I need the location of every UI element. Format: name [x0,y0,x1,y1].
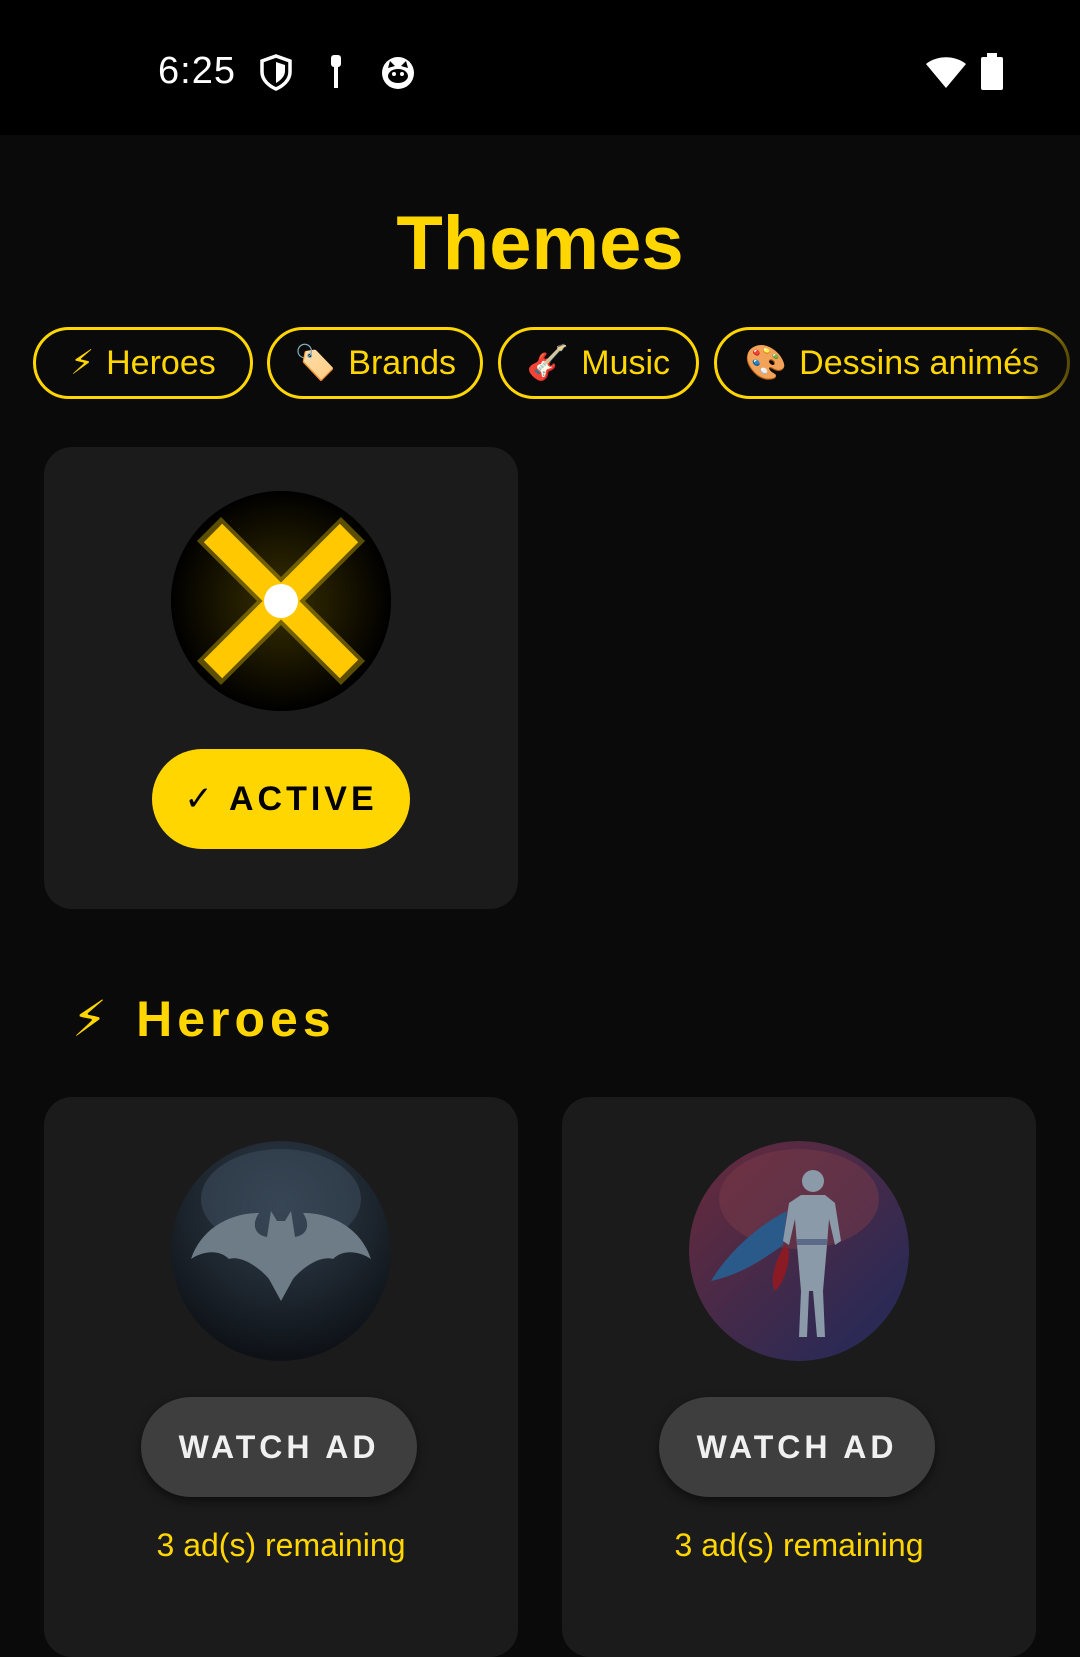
chip-label: Dessins animés [799,343,1040,382]
wifi-icon [926,57,966,88]
chip-heroes[interactable]: ⚡ Heroes [33,327,253,399]
theme-card-bat[interactable]: WATCH AD 3 ad(s) remaining [44,1097,518,1657]
category-chips: ⚡ Heroes 🏷️ Brands 🎸 Music 🎨 Dessins ani… [33,327,1080,403]
active-theme-card[interactable]: ✓ ACTIVE [44,447,518,909]
active-button[interactable]: ✓ ACTIVE [152,749,410,849]
palette-icon: 🎨 [744,344,788,382]
page-title: Themes [396,201,684,286]
shield-icon [260,54,292,91]
chip-label: Brands [348,343,457,382]
bat-icon [171,1141,391,1361]
superhero-icon [689,1141,909,1361]
tag-icon: 🏷️ [293,344,337,382]
section-heading: ⚡ Heroes [72,990,336,1048]
watch-ad-button[interactable]: WATCH AD [141,1397,417,1497]
chip-label: Heroes [106,343,216,382]
theme-card-superhero[interactable]: WATCH AD 3 ad(s) remaining [562,1097,1036,1657]
cat-face-icon [382,57,414,89]
pin-icon [331,55,341,88]
status-time: 6:25 [158,50,236,92]
scroll-fade [1020,327,1080,403]
section-title: Heroes [136,991,336,1047]
chip-label: Music [581,343,671,382]
x-glow-icon [171,491,391,711]
lightning-icon: ⚡ [72,991,113,1047]
watch-ad-button[interactable]: WATCH AD [659,1397,935,1497]
chip-music[interactable]: 🎸 Music [498,327,699,399]
ads-remaining: 3 ad(s) remaining [156,1527,406,1563]
chip-brands[interactable]: 🏷️ Brands [267,327,483,399]
battery-icon [981,53,1003,90]
guitar-icon: 🎸 [526,344,570,382]
lightning-icon: ⚡ [70,344,95,382]
chip-dessins-animes[interactable]: 🎨 Dessins animés [714,327,1070,399]
ads-remaining: 3 ad(s) remaining [674,1527,924,1563]
status-bar: 6:25 [0,0,1080,135]
